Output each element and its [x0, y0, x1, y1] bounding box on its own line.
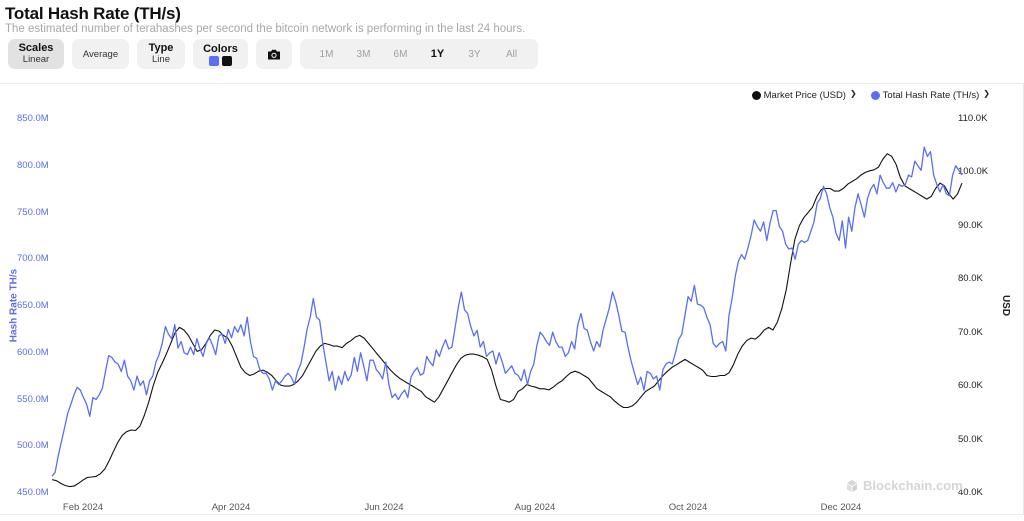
- market-price-line: [51, 153, 963, 488]
- chart-plot-area: [51, 146, 963, 488]
- hash-rate-line: [51, 146, 963, 477]
